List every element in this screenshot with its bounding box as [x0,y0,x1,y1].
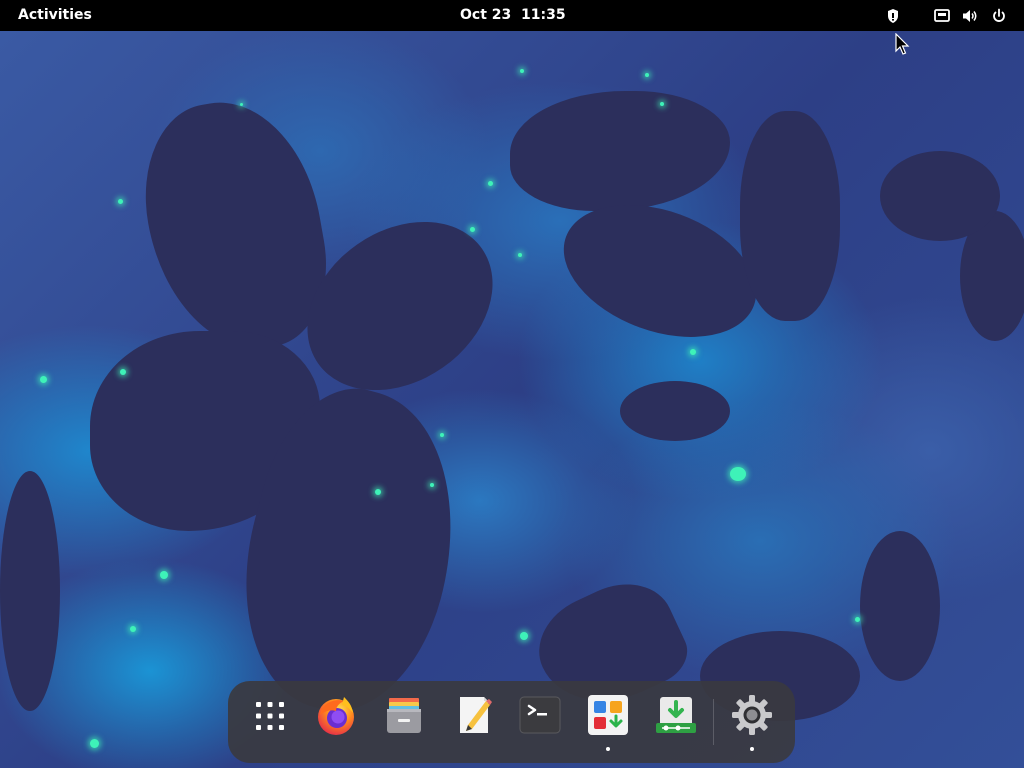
running-indicator [606,747,610,751]
text-editor-icon [460,697,492,733]
installer-launcher[interactable] [648,691,704,751]
firefox-launcher[interactable] [308,691,364,751]
power-icon[interactable] [990,7,1008,25]
security-shield-icon[interactable] [884,7,902,25]
top-bar: Activities Oct 23 11:35 [0,0,1024,31]
app-grid-icon [256,702,284,730]
dock-separator [713,699,714,745]
network-wired-icon[interactable] [933,7,951,25]
software-center-icon [588,695,628,735]
date-time-clock[interactable]: Oct 23 11:35 [452,4,574,27]
firefox-icon [318,697,354,735]
software-center-launcher[interactable] [580,691,636,751]
terminal-launcher[interactable] [512,691,568,751]
mouse-pointer-icon [895,32,913,57]
show-apps-button[interactable] [242,691,298,751]
settings-gear-icon [732,695,772,735]
installer-icon [656,697,696,733]
files-launcher[interactable] [376,691,432,751]
dock [228,681,795,763]
terminal-icon [519,696,561,734]
volume-icon[interactable] [961,7,979,25]
desktop-wallpaper [0,31,1024,768]
activities-button[interactable]: Activities [10,4,100,27]
running-indicator [750,747,754,751]
text-editor-launcher[interactable] [446,691,502,751]
files-icon [387,698,421,733]
settings-launcher[interactable] [724,691,780,751]
